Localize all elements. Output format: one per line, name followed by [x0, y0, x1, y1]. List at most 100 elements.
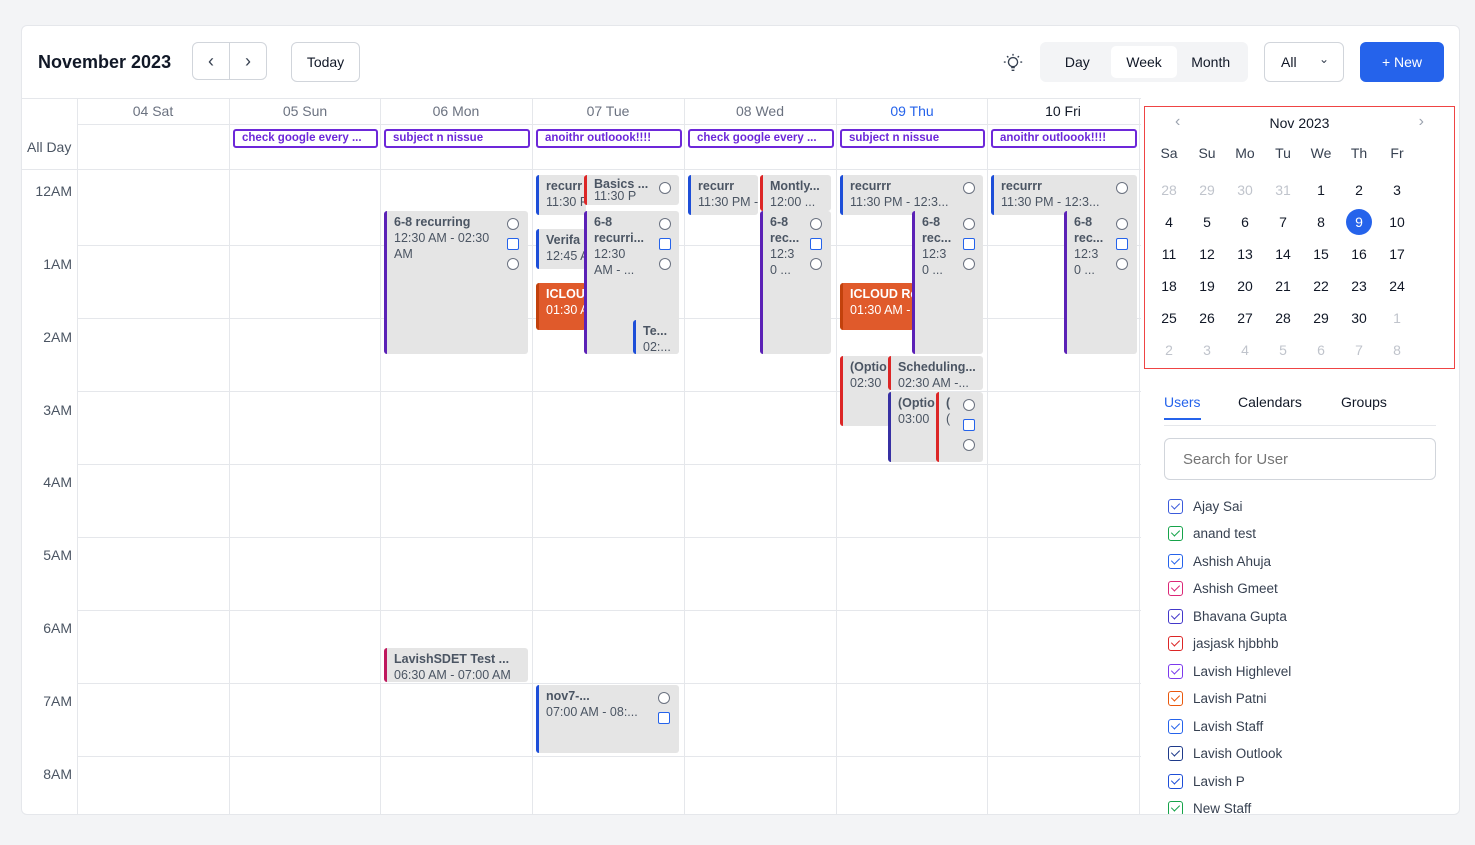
- event-card[interactable]: ICLOUD Re 01:30 AM -: [840, 283, 914, 330]
- checkbox-icon[interactable]: [1168, 636, 1183, 651]
- mini-calendar-day[interactable]: 20: [1232, 273, 1258, 299]
- checkbox-icon[interactable]: [1168, 608, 1183, 624]
- mini-calendar-day[interactable]: 3: [1384, 177, 1410, 203]
- day-header[interactable]: 08 Wed: [684, 103, 836, 119]
- view-day-button[interactable]: Day: [1044, 46, 1111, 78]
- tab-users[interactable]: Users: [1164, 394, 1201, 420]
- all-day-event[interactable]: check google every ...: [688, 129, 834, 148]
- event-card[interactable]: 6-8 rec... 12:3 0 ...: [760, 211, 831, 354]
- mini-calendar-day[interactable]: 31: [1270, 177, 1296, 203]
- all-day-event[interactable]: check google every ...: [233, 129, 378, 148]
- mini-calendar-day[interactable]: 15: [1308, 241, 1334, 267]
- checkbox-icon[interactable]: [1168, 663, 1183, 679]
- user-item[interactable]: Ajay Sai: [1168, 496, 1243, 516]
- mini-calendar-day[interactable]: 25: [1156, 305, 1182, 331]
- mini-calendar-day[interactable]: 2: [1156, 337, 1182, 363]
- event-card[interactable]: Scheduling... 02:30 AM -...: [888, 356, 983, 390]
- mini-calendar-day[interactable]: 22: [1308, 273, 1334, 299]
- user-item[interactable]: anand test: [1168, 524, 1256, 544]
- checkbox-icon[interactable]: [1168, 581, 1183, 596]
- checkbox-icon[interactable]: [1168, 553, 1183, 569]
- event-card[interactable]: 6-8 rec... 12:3 0 ...: [1064, 211, 1137, 354]
- mini-calendar-day[interactable]: 29: [1308, 305, 1334, 331]
- mini-calendar-day[interactable]: 13: [1232, 241, 1258, 267]
- mini-calendar-day[interactable]: 23: [1346, 273, 1372, 299]
- lightbulb-icon[interactable]: [1002, 52, 1024, 74]
- event-card[interactable]: ICLOUI 01:30 A: [536, 283, 586, 330]
- mini-calendar-day[interactable]: 26: [1194, 305, 1220, 331]
- mini-calendar-day[interactable]: 7: [1270, 209, 1296, 235]
- mini-calendar-day[interactable]: 14: [1270, 241, 1296, 267]
- day-header[interactable]: 10 Fri: [987, 103, 1139, 119]
- checkbox-icon[interactable]: [1168, 498, 1183, 514]
- event-card[interactable]: Te... 02:...: [633, 320, 679, 354]
- day-header[interactable]: 06 Mon: [380, 103, 532, 119]
- checkbox-icon[interactable]: [1168, 526, 1183, 541]
- chevron-left-icon[interactable]: ‹: [193, 43, 230, 79]
- mini-calendar-day[interactable]: 18: [1156, 273, 1182, 299]
- day-header-today[interactable]: 09 Thu: [836, 103, 988, 119]
- mini-calendar-day[interactable]: 3: [1194, 337, 1220, 363]
- user-item[interactable]: New Staff: [1168, 799, 1251, 814]
- mini-calendar-day[interactable]: 4: [1232, 337, 1258, 363]
- day-header[interactable]: 04 Sat: [77, 103, 229, 119]
- chevron-right-icon[interactable]: ›: [1419, 113, 1424, 131]
- mini-calendar-day[interactable]: 19: [1194, 273, 1220, 299]
- event-card[interactable]: 6-8 rec... 12:3 0 ...: [912, 211, 983, 354]
- event-card[interactable]: Montly... 12:00 ...: [760, 175, 831, 211]
- user-item[interactable]: Lavish P: [1168, 771, 1245, 791]
- chevron-right-icon[interactable]: ›: [230, 43, 266, 79]
- checkbox-icon[interactable]: [1168, 773, 1183, 789]
- mini-calendar-day[interactable]: 29: [1194, 177, 1220, 203]
- all-day-event[interactable]: anoithr outloook!!!!: [991, 129, 1137, 148]
- mini-calendar-day[interactable]: 12: [1194, 241, 1220, 267]
- mini-calendar-day[interactable]: 21: [1270, 273, 1296, 299]
- event-card[interactable]: nov7-... 07:00 AM - 08:...: [536, 685, 679, 753]
- day-header[interactable]: 05 Sun: [229, 103, 381, 119]
- mini-calendar-day[interactable]: 10: [1384, 209, 1410, 235]
- checkbox-icon[interactable]: [1168, 718, 1183, 734]
- mini-calendar-day[interactable]: 1: [1308, 177, 1334, 203]
- view-week-button[interactable]: Week: [1110, 46, 1178, 78]
- user-item[interactable]: Bhavana Gupta: [1168, 606, 1287, 626]
- event-card[interactable]: (Optio 03:00: [888, 392, 938, 462]
- event-card[interactable]: recurr 11:30 PM -: [688, 175, 758, 215]
- user-item[interactable]: Lavish Outlook: [1168, 744, 1282, 764]
- mini-calendar-day[interactable]: 28: [1270, 305, 1296, 331]
- mini-calendar-day[interactable]: 28: [1156, 177, 1182, 203]
- user-item[interactable]: jasjask hjbbhb: [1168, 634, 1279, 654]
- mini-calendar-day[interactable]: 9: [1346, 209, 1372, 235]
- event-card[interactable]: Basics ... 11:30 P: [584, 175, 679, 205]
- mini-calendar-day[interactable]: 11: [1156, 241, 1182, 267]
- mini-calendar-day[interactable]: 5: [1270, 337, 1296, 363]
- mini-calendar-day[interactable]: 2: [1346, 177, 1372, 203]
- mini-calendar-day[interactable]: 5: [1194, 209, 1220, 235]
- view-month-button[interactable]: Month: [1177, 46, 1244, 78]
- all-day-event[interactable]: subject n nissue: [840, 129, 985, 148]
- mini-calendar-day[interactable]: 1: [1384, 305, 1410, 331]
- filter-select[interactable]: All ⌄: [1264, 42, 1344, 82]
- user-search-input[interactable]: [1164, 438, 1436, 480]
- checkbox-icon[interactable]: [1168, 746, 1183, 761]
- checkbox-icon[interactable]: [1168, 801, 1183, 814]
- checkbox-icon[interactable]: [1168, 691, 1183, 706]
- user-item[interactable]: Ashish Gmeet: [1168, 579, 1278, 599]
- mini-calendar-day[interactable]: 24: [1384, 273, 1410, 299]
- mini-calendar-day[interactable]: 8: [1384, 337, 1410, 363]
- day-header[interactable]: 07 Tue: [532, 103, 684, 119]
- event-card[interactable]: ( (: [936, 392, 983, 462]
- user-item[interactable]: Lavish Staff: [1168, 716, 1263, 736]
- mini-calendar-day[interactable]: 16: [1346, 241, 1372, 267]
- mini-calendar-day[interactable]: 4: [1156, 209, 1182, 235]
- mini-calendar-day[interactable]: 30: [1232, 177, 1258, 203]
- mini-calendar-day[interactable]: 27: [1232, 305, 1258, 331]
- mini-calendar-day[interactable]: 6: [1232, 209, 1258, 235]
- tab-calendars[interactable]: Calendars: [1238, 394, 1302, 418]
- user-item[interactable]: Lavish Patni: [1168, 689, 1267, 709]
- mini-calendar-day[interactable]: 8: [1308, 209, 1334, 235]
- event-card[interactable]: 6-8 recurring 12:30 AM - 02:30 AM: [384, 211, 528, 354]
- mini-calendar-day[interactable]: 30: [1346, 305, 1372, 331]
- event-card[interactable]: LavishSDET Test ... 06:30 AM - 07:00 AM: [384, 648, 528, 682]
- today-button[interactable]: Today: [291, 42, 360, 82]
- mini-calendar-day[interactable]: 17: [1384, 241, 1410, 267]
